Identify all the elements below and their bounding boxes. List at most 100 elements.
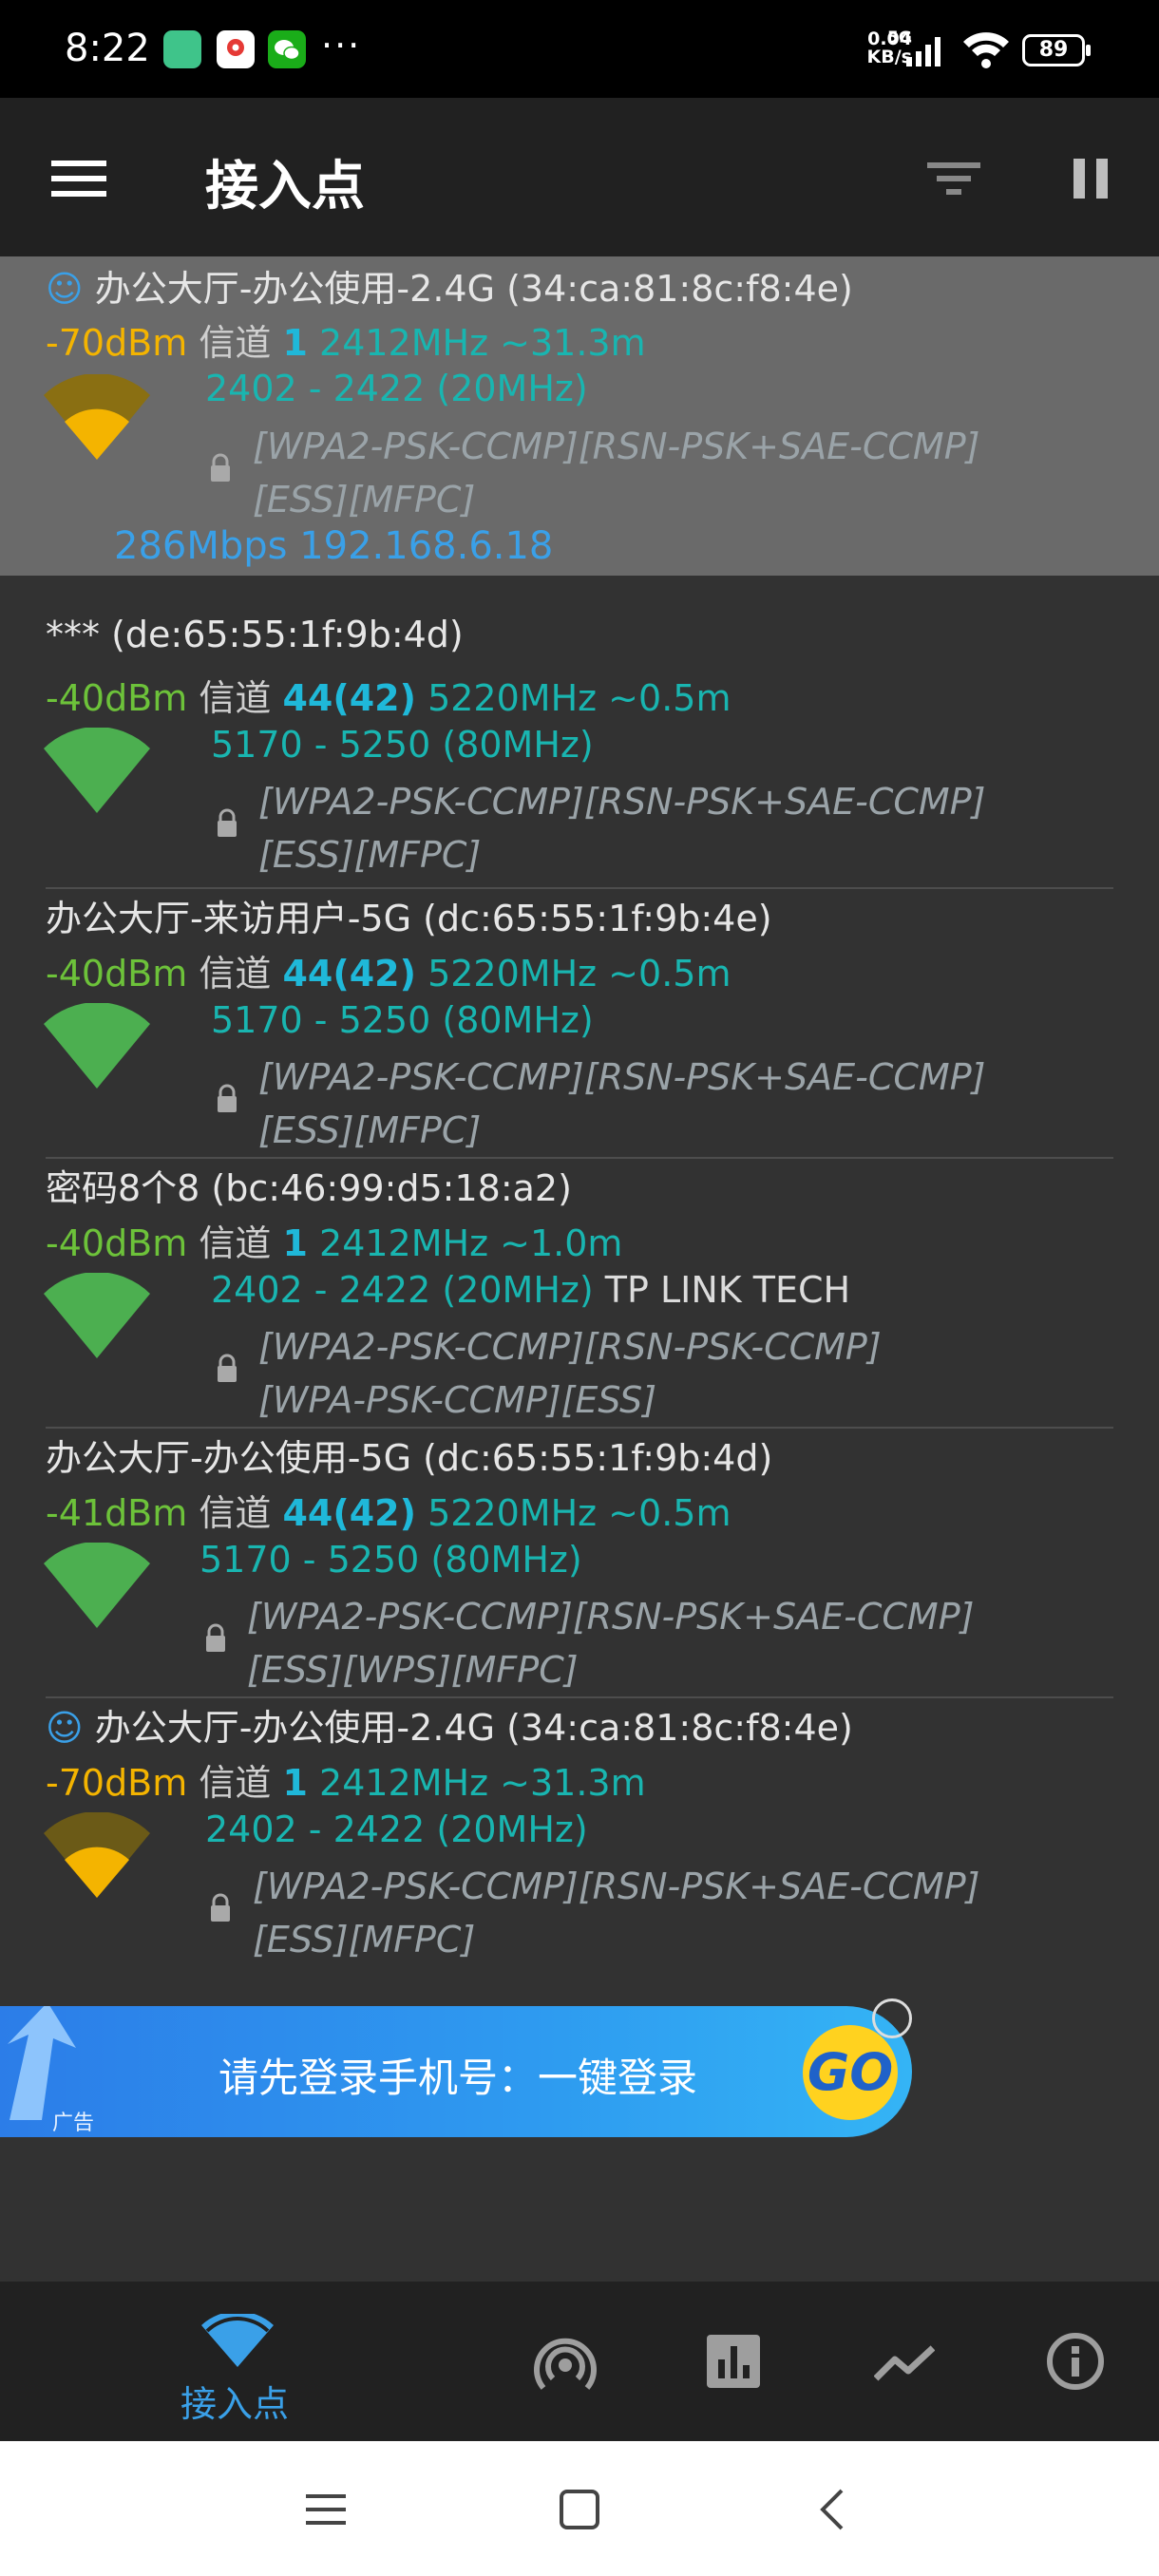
ap-security-line-1: [WPA2-PSK-CCMP][RSN-PSK+SAE-CCMP]	[258, 1056, 986, 1098]
ap-security: [WPA2-PSK-CCMP][RSN-PSK+SAE-CCMP] [ESS][…	[258, 1051, 985, 1157]
ad-tag: 广告	[52, 2112, 95, 2135]
ap-range: 5170 - 5250 (80MHz)	[211, 724, 594, 766]
ap-signal-row: -40dBm 信道 1 2412MHz ~1.0m	[46, 1214, 622, 1266]
ad-close-button[interactable]	[872, 1998, 912, 2038]
ap-channel-label: 信道	[199, 1492, 272, 1534]
ap-channel-label: 信道	[199, 1222, 272, 1264]
wifi-signal-strong-icon	[44, 728, 150, 813]
ap-frequency: 5220MHz ~0.5m	[428, 1492, 732, 1534]
page-title: 接入点	[205, 156, 365, 218]
wechat-icon	[268, 30, 306, 68]
ap-rssi: -40dBm	[46, 1222, 188, 1264]
wifi-status-icon	[963, 32, 1009, 68]
nav-tab-info[interactable]	[1026, 2282, 1130, 2441]
ap-range-row: 2402 - 2422 (20MHz) TP LINK TECH	[211, 1269, 850, 1311]
access-point-item[interactable]: 办公大厅-办公使用-5G (dc:65:55:1f:9b:4d) -41dBm …	[0, 1429, 1159, 1696]
ap-security-line-2: [ESS][MFPC]	[253, 1919, 476, 1960]
access-point-item[interactable]: ☺ 办公大厅-办公使用-2.4G (34:ca:81:8c:f8:4e) -70…	[0, 1698, 1159, 1966]
filter-icon[interactable]	[925, 157, 982, 200]
ap-signal-row: -70dBm 信道 1 2412MHz ~31.3m	[46, 1753, 646, 1806]
ap-security-line-2: [ESS][MFPC]	[258, 1109, 482, 1151]
ap-ssid: 密码8个8 (bc:46:99:d5:18:a2)	[46, 1167, 572, 1209]
ap-channel: 44(42)	[282, 677, 416, 719]
recent-apps-icon[interactable]	[304, 2491, 348, 2529]
ap-title-row: ☺ 办公大厅-办公使用-2.4G (34:ca:81:8c:f8:4e)	[46, 1698, 853, 1751]
ap-channel-label: 信道	[199, 1762, 272, 1804]
access-point-item[interactable]: 办公大厅-来访用户-5G (dc:65:55:1f:9b:4e) -40dBm …	[0, 889, 1159, 1157]
ap-security-line-1: [WPA2-PSK-CCMP][RSN-PSK+SAE-CCMP]	[258, 781, 986, 823]
ap-ssid: *** (de:65:55:1f:9b:4d)	[46, 614, 464, 655]
battery-indicator: 89	[1022, 34, 1091, 66]
wifi-signal-strong-icon	[44, 1273, 150, 1358]
ap-ssid: 办公大厅-办公使用-2.4G (34:ca:81:8c:f8:4e)	[94, 1707, 853, 1749]
ap-signal-row: -41dBm 信道 44(42) 5220MHz ~0.5m	[46, 1484, 731, 1536]
nav-tab-hotspot[interactable]	[513, 2282, 618, 2441]
app-bar: 接入点	[0, 98, 1159, 256]
wifi-signal-strong-icon	[44, 1003, 150, 1089]
ap-channel: 1	[282, 322, 308, 364]
lock-icon	[218, 1084, 237, 1112]
system-navigation-bar	[0, 2441, 1159, 2576]
ap-frequency: 2412MHz ~31.3m	[319, 322, 646, 364]
ap-range: 2402 - 2422 (20MHz)	[205, 1809, 588, 1850]
ap-ssid: 办公大厅-办公使用-5G (dc:65:55:1f:9b:4d)	[46, 1437, 773, 1479]
ad-go-button[interactable]: GO	[803, 2025, 898, 2120]
status-time: 8:22	[65, 27, 150, 70]
nav-tab-time-graph[interactable]	[855, 2282, 960, 2441]
hotspot-icon	[534, 2338, 597, 2390]
ap-channel-label: 信道	[199, 322, 272, 364]
info-icon	[1047, 2333, 1104, 2390]
ap-range: 5170 - 5250 (80MHz)	[211, 999, 594, 1041]
app-notification-icon	[163, 30, 201, 68]
ap-security: [WPA2-PSK-CCMP][RSN-PSK+SAE-CCMP] [ESS][…	[253, 1860, 979, 1966]
ap-channel-label: 信道	[199, 953, 272, 994]
ap-range: 5170 - 5250 (80MHz)	[200, 1539, 582, 1581]
access-point-item[interactable]: 密码8个8 (bc:46:99:d5:18:a2) -40dBm 信道 1 24…	[0, 1159, 1159, 1427]
lock-icon	[211, 453, 230, 482]
home-icon[interactable]	[559, 2489, 600, 2530]
ap-frequency: 5220MHz ~0.5m	[428, 953, 732, 994]
bottom-navigation: 接入点	[0, 2282, 1159, 2441]
location-app-icon	[217, 30, 255, 68]
ap-rssi: -40dBm	[46, 953, 188, 994]
status-bar: 8:22 ··· 0.04 KB/s 5G 89	[0, 0, 1159, 98]
ap-frequency: 2412MHz ~31.3m	[319, 1762, 646, 1804]
hamburger-menu-icon[interactable]	[51, 157, 108, 200]
ad-banner[interactable]: 请先登录手机号：一键登录 广告 GO	[0, 2006, 912, 2137]
lock-icon	[218, 1354, 237, 1382]
ap-frequency: 5220MHz ~0.5m	[428, 677, 732, 719]
ap-security-line-2: [WPA-PSK-CCMP][ESS]	[258, 1379, 657, 1421]
ap-security: [WPA2-PSK-CCMP][RSN-PSK-CCMP] [WPA-PSK-C…	[258, 1320, 882, 1427]
wifi-signal-weak-icon	[44, 1812, 150, 1898]
ap-security-line-1: [WPA2-PSK-CCMP][RSN-PSK+SAE-CCMP]	[247, 1596, 975, 1638]
ap-security: [WPA2-PSK-CCMP][RSN-PSK+SAE-CCMP] [ESS][…	[253, 420, 979, 526]
ap-channel: 1	[282, 1762, 308, 1804]
lock-icon	[218, 808, 237, 837]
ap-security-line-2: [ESS][WPS][MFPC]	[247, 1649, 579, 1691]
ap-ssid: 办公大厅-来访用户-5G (dc:65:55:1f:9b:4e)	[46, 898, 772, 939]
pause-icon[interactable]	[1070, 155, 1112, 202]
back-icon[interactable]	[817, 2487, 846, 2532]
ap-signal-row: -40dBm 信道 44(42) 5220MHz ~0.5m	[46, 669, 731, 721]
ap-rssi: -70dBm	[46, 1762, 188, 1804]
ap-channel: 44(42)	[282, 1492, 416, 1534]
access-point-item-connected[interactable]: ☺ 办公大厅-办公使用-2.4G (34:ca:81:8c:f8:4e) -70…	[0, 256, 1159, 576]
trend-icon	[874, 2345, 935, 2381]
connected-smiley-icon: ☺	[46, 268, 84, 310]
ap-title-row: ☺ 办公大厅-办公使用-2.4G (34:ca:81:8c:f8:4e)	[46, 259, 853, 312]
ap-frequency: 2412MHz ~1.0m	[319, 1222, 623, 1264]
ap-vendor: TP LINK TECH	[604, 1269, 851, 1311]
nav-tab-channel-chart[interactable]	[684, 2282, 788, 2441]
lock-icon	[206, 1623, 225, 1652]
wifi-signal-strong-icon	[44, 1543, 150, 1628]
net-speed-unit: KB/s	[866, 47, 912, 67]
connected-smiley-icon: ☺	[46, 1707, 84, 1749]
ap-link-info: 286Mbps 192.168.6.18	[114, 524, 554, 568]
ap-rssi: -41dBm	[46, 1492, 188, 1534]
ap-security-line-2: [ESS][MFPC]	[253, 479, 476, 521]
ap-rssi: -70dBm	[46, 322, 188, 364]
ap-security-line-1: [WPA2-PSK-CCMP][RSN-PSK-CCMP]	[258, 1326, 882, 1368]
ap-channel-label: 信道	[199, 677, 272, 719]
nav-tab-access-points[interactable]: 接入点	[142, 2282, 332, 2441]
ap-channel: 44(42)	[282, 953, 416, 994]
